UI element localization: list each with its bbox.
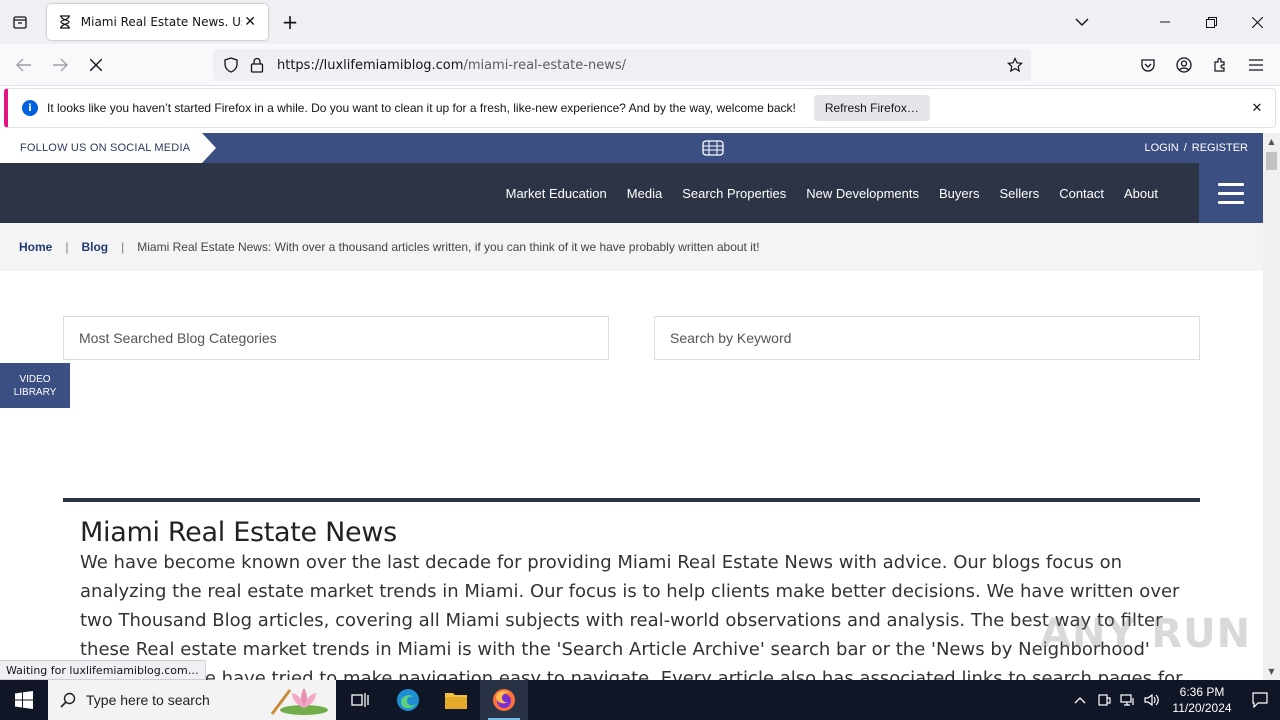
article-body: We have become known over the last decad…	[80, 552, 1183, 680]
url-text: https://luxlifemiamiblog.com/miami-real-…	[277, 57, 626, 73]
nav-new-developments[interactable]: New Developments	[806, 186, 919, 201]
windows-start-icon[interactable]	[0, 680, 48, 720]
taskbar-search-placeholder: Type here to search	[86, 692, 210, 708]
nav-about[interactable]: About	[1124, 186, 1158, 201]
browser-tab-bar: Miami Real Estate News. Useful ✕ +	[0, 0, 1280, 44]
blog-categories-select[interactable]: Most Searched Blog Categories	[63, 316, 609, 360]
web-page: FOLLOW US ON SOCIAL MEDIA LOGIN / REGIST…	[0, 133, 1263, 680]
firefox-view-icon[interactable]	[8, 10, 32, 34]
breadcrumb: Home | Blog | Miami Real Estate News: Wi…	[0, 223, 1263, 271]
breadcrumb-current: Miami Real Estate News: With over a thou…	[137, 240, 760, 254]
article-title: Miami Real Estate News	[80, 517, 397, 548]
anyrun-watermark: ANY RUN	[1040, 611, 1252, 657]
lotus-search-highlight-icon	[270, 688, 328, 715]
scroll-up-icon[interactable]: ▲	[1263, 133, 1280, 150]
site-menu-hamburger-icon[interactable]	[1199, 163, 1263, 223]
taskbar-clock[interactable]: 6:36 PM 11/20/2024	[1164, 684, 1240, 716]
follow-arrow-shape	[202, 133, 216, 163]
section-divider	[63, 498, 1200, 502]
nav-market-education[interactable]: Market Education	[506, 186, 607, 201]
new-tab-button[interactable]: +	[278, 10, 302, 34]
tab-close-icon[interactable]: ✕	[242, 14, 258, 30]
nav-buyers[interactable]: Buyers	[939, 186, 979, 201]
status-bar: Waiting for luxlifemiamiblog.com…	[0, 660, 206, 680]
login-separator: /	[1183, 142, 1187, 154]
follow-social-label[interactable]: FOLLOW US ON SOCIAL MEDIA	[0, 133, 202, 163]
address-bar[interactable]: https://luxlifemiamiblog.com/miami-real-…	[213, 49, 1031, 81]
firefox-refresh-notification: i It looks like you haven’t started Fire…	[4, 88, 1276, 128]
tray-device-icon[interactable]	[1092, 680, 1116, 720]
notification-close-icon[interactable]: ✕	[1249, 100, 1265, 116]
clock-date: 11/20/2024	[1172, 701, 1232, 715]
lock-icon[interactable]	[247, 55, 267, 75]
bookmark-star-icon[interactable]	[1005, 55, 1025, 75]
pocket-icon[interactable]	[1137, 54, 1159, 76]
browser-nav-bar: https://luxlifemiamiblog.com/miami-real-…	[0, 44, 1280, 86]
scroll-down-icon[interactable]: ▼	[1263, 663, 1280, 680]
tab-list-chevron-icon[interactable]	[1070, 10, 1094, 34]
nav-media[interactable]: Media	[627, 186, 662, 201]
login-link[interactable]: LOGIN	[1144, 142, 1178, 154]
account-icon[interactable]	[1173, 54, 1195, 76]
windows-taskbar: Type here to search 6:36 PM 11/20/2024	[0, 680, 1280, 720]
tray-chevron-up-icon[interactable]	[1068, 680, 1092, 720]
register-link[interactable]: REGISTER	[1192, 142, 1248, 154]
menu-hamburger-icon[interactable]	[1245, 54, 1267, 76]
page-scrollbar[interactable]: ▲ ▼	[1263, 133, 1280, 680]
tracking-shield-icon[interactable]	[221, 55, 241, 75]
forward-arrow-icon[interactable]	[47, 52, 73, 78]
loading-hourglass-icon	[57, 14, 73, 30]
breadcrumb-blog[interactable]: Blog	[81, 240, 108, 254]
browser-tab-active[interactable]: Miami Real Estate News. Useful ✕	[47, 4, 268, 40]
keyword-search-input[interactable]: Search by Keyword	[654, 316, 1200, 360]
network-icon[interactable]	[1116, 680, 1140, 720]
taskbar-search-box[interactable]: Type here to search	[48, 680, 336, 720]
minimize-button[interactable]	[1142, 0, 1188, 44]
action-center-icon[interactable]	[1240, 680, 1280, 720]
breadcrumb-home[interactable]: Home	[19, 240, 52, 254]
close-window-button[interactable]	[1234, 0, 1280, 44]
breadcrumb-separator: |	[121, 240, 125, 254]
volume-icon[interactable]	[1140, 680, 1164, 720]
stop-loading-icon[interactable]	[83, 52, 109, 78]
main-navigation: Market Education Media Search Properties…	[0, 163, 1263, 223]
login-register: LOGIN / REGISTER	[1144, 133, 1248, 163]
tab-title: Miami Real Estate News. Useful	[80, 15, 242, 29]
firefox-taskbar-icon[interactable]	[480, 680, 528, 720]
clock-time: 6:36 PM	[1179, 685, 1225, 699]
notification-message: It looks like you haven’t started Firefo…	[47, 101, 796, 115]
nav-sellers[interactable]: Sellers	[999, 186, 1039, 201]
scroll-thumb[interactable]	[1266, 152, 1277, 170]
search-icon	[60, 692, 76, 708]
nav-search-properties[interactable]: Search Properties	[682, 186, 786, 201]
site-logo-icon[interactable]	[700, 137, 726, 159]
top-strip: FOLLOW US ON SOCIAL MEDIA LOGIN / REGIST…	[0, 133, 1263, 163]
task-view-icon[interactable]	[336, 680, 384, 720]
info-icon: i	[22, 100, 38, 116]
nav-contact[interactable]: Contact	[1059, 186, 1104, 201]
restore-button[interactable]	[1188, 0, 1234, 44]
edge-browser-icon[interactable]	[384, 680, 432, 720]
file-explorer-icon[interactable]	[432, 680, 480, 720]
system-tray: 6:36 PM 11/20/2024	[1068, 680, 1280, 720]
refresh-firefox-button[interactable]: Refresh Firefox…	[813, 95, 930, 121]
back-arrow-icon[interactable]	[11, 52, 37, 78]
video-library-button[interactable]: VIDEO LIBRARY	[0, 363, 70, 408]
extensions-icon[interactable]	[1209, 54, 1231, 76]
breadcrumb-separator: |	[65, 240, 69, 254]
